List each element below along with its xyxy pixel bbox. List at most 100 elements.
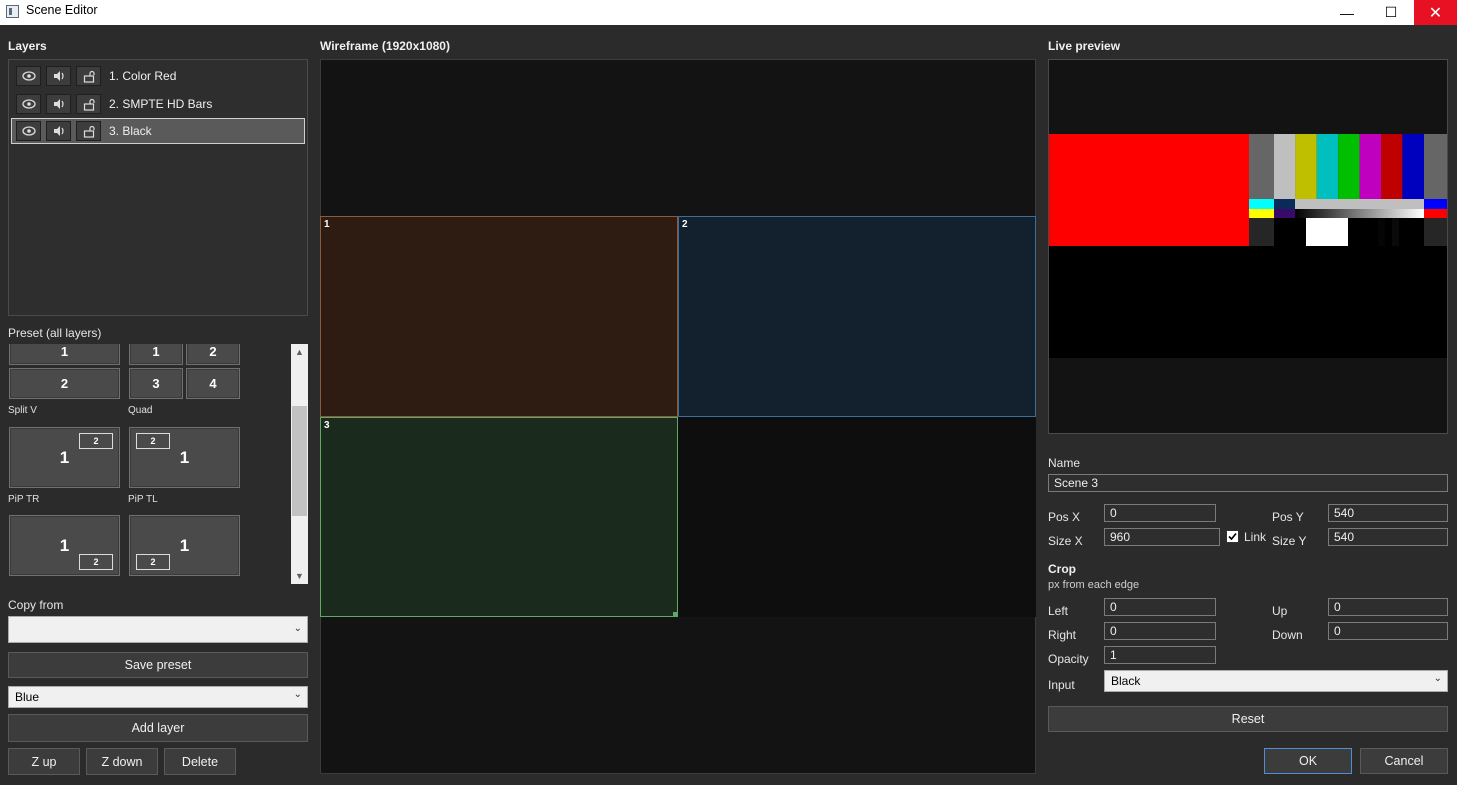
wireframe-region-2[interactable]: 2: [678, 216, 1036, 417]
window-title: Scene Editor: [26, 3, 98, 17]
preset-pip-tr[interactable]: 1 2: [9, 427, 120, 488]
visibility-eye-icon[interactable]: [16, 66, 41, 86]
pos-x-field[interactable]: 0: [1104, 504, 1216, 522]
color-dropdown[interactable]: Blue ⌄: [8, 686, 308, 708]
wireframe-region-1[interactable]: 1: [320, 216, 678, 417]
layer-row[interactable]: 2. SMPTE HD Bars: [11, 91, 305, 117]
z-up-button[interactable]: Z up: [8, 748, 80, 775]
link-label: Link: [1244, 530, 1267, 544]
crop-up-value: 0: [1334, 600, 1341, 614]
crop-down-field[interactable]: 0: [1328, 622, 1448, 640]
cancel-button[interactable]: Cancel: [1360, 748, 1448, 774]
scroll-down-arrow-icon[interactable]: ▼: [291, 569, 308, 583]
lock-open-icon[interactable]: [76, 94, 101, 114]
crop-down-label: Down: [1272, 628, 1303, 642]
color-value: Blue: [15, 690, 40, 704]
opacity-value: 1: [1110, 648, 1117, 662]
lock-open-icon[interactable]: [76, 66, 101, 86]
input-label: Input: [1048, 678, 1075, 692]
reset-button[interactable]: Reset: [1048, 706, 1448, 732]
lock-open-icon[interactable]: [76, 121, 101, 141]
copy-from-dropdown[interactable]: ⌄: [8, 616, 308, 643]
maximize-button[interactable]: ☐: [1368, 0, 1414, 25]
pos-x-value: 0: [1110, 506, 1117, 520]
preset-caption: Split V: [8, 405, 37, 416]
wireframe-heading: Wireframe (1920x1080): [320, 39, 450, 53]
preset-heading: Preset (all layers): [8, 326, 102, 340]
preset-quad-cell[interactable]: 1: [129, 344, 183, 365]
chevron-down-icon: ⌄: [1433, 673, 1442, 684]
resize-handle[interactable]: [673, 612, 678, 617]
name-label: Name: [1048, 456, 1081, 470]
checkmark-icon: [1228, 532, 1237, 541]
pos-y-field[interactable]: 540: [1328, 504, 1448, 522]
close-button[interactable]: ✕: [1414, 0, 1457, 25]
pos-y-value: 540: [1334, 506, 1355, 520]
crop-up-field[interactable]: 0: [1328, 598, 1448, 616]
layer-name: 1. Color Red: [109, 69, 177, 83]
preset-quad-cell[interactable]: 2: [186, 344, 240, 365]
crop-heading: Crop: [1048, 562, 1076, 576]
preset-caption: PiP TR: [8, 494, 40, 505]
preset-split-v-cell[interactable]: 1: [9, 344, 120, 365]
pos-y-label: Pos Y: [1272, 510, 1304, 524]
app-icon: [6, 5, 19, 18]
crop-left-label: Left: [1048, 604, 1069, 618]
preset-pip-br[interactable]: 1 2: [9, 515, 120, 576]
preview-image: [1049, 134, 1447, 358]
layers-list: 1. Color Red 2. SMPTE HD Bars 3. Black: [8, 59, 308, 316]
scrollbar-thumb[interactable]: [292, 406, 307, 516]
size-x-field[interactable]: 960: [1104, 528, 1220, 546]
crop-left-value: 0: [1110, 600, 1117, 614]
preset-pip-bl[interactable]: 1 2: [129, 515, 240, 576]
preset-pip-label: 2: [136, 433, 170, 449]
layer-name: 3. Black: [109, 124, 152, 138]
audio-speaker-icon[interactable]: [46, 121, 71, 141]
opacity-field[interactable]: 1: [1104, 646, 1216, 664]
layers-heading: Layers: [8, 39, 47, 53]
preset-pip-label: 2: [136, 554, 170, 570]
wireframe-region-3[interactable]: 3: [320, 417, 678, 617]
minimize-button[interactable]: —: [1324, 0, 1370, 25]
chevron-down-icon: ⌄: [293, 689, 302, 700]
copy-from-label: Copy from: [8, 598, 64, 612]
input-source-dropdown[interactable]: Black ⌄: [1104, 670, 1448, 692]
preset-scrollbar[interactable]: ▲ ▼: [291, 344, 308, 584]
save-preset-button[interactable]: Save preset: [8, 652, 308, 678]
preset-main-label: 1: [179, 535, 190, 555]
size-x-value: 960: [1110, 530, 1131, 544]
preview-heading: Live preview: [1048, 39, 1121, 53]
wireframe-canvas: 1 2 3: [320, 216, 1036, 617]
input-source-value: Black: [1111, 674, 1141, 688]
live-preview: [1048, 59, 1448, 434]
preset-gallery: 1 2 Split V 1 2 3 4 Quad 1 2 PiP TR 1 2 …: [8, 344, 308, 584]
size-y-field[interactable]: 540: [1328, 528, 1448, 546]
scroll-up-arrow-icon[interactable]: ▲: [291, 345, 308, 359]
size-x-label: Size X: [1048, 534, 1083, 548]
title-bar: Scene Editor — ☐ ✕: [0, 0, 1457, 25]
name-field[interactable]: Scene 3: [1048, 474, 1448, 492]
z-down-button[interactable]: Z down: [86, 748, 158, 775]
audio-speaker-icon[interactable]: [46, 94, 71, 114]
add-layer-button[interactable]: Add layer: [8, 714, 308, 742]
preset-main-label: 1: [59, 447, 70, 467]
visibility-eye-icon[interactable]: [16, 94, 41, 114]
crop-hint: px from each edge: [1048, 579, 1140, 591]
preset-quad-cell[interactable]: 4: [186, 368, 240, 399]
layer-row-selected[interactable]: 3. Black: [11, 118, 305, 144]
crop-right-field[interactable]: 0: [1104, 622, 1216, 640]
chevron-down-icon: ⌄: [293, 623, 302, 634]
visibility-eye-icon[interactable]: [16, 121, 41, 141]
crop-left-field[interactable]: 0: [1104, 598, 1216, 616]
preset-pip-tl[interactable]: 1 2: [129, 427, 240, 488]
name-value: Scene 3: [1054, 476, 1099, 490]
preset-main-label: 1: [59, 535, 70, 555]
ok-button[interactable]: OK: [1264, 748, 1352, 774]
link-checkbox[interactable]: [1226, 530, 1239, 543]
crop-right-value: 0: [1110, 624, 1117, 638]
audio-speaker-icon[interactable]: [46, 66, 71, 86]
delete-button[interactable]: Delete: [164, 748, 236, 775]
layer-row[interactable]: 1. Color Red: [11, 63, 305, 89]
preset-quad-cell[interactable]: 3: [129, 368, 183, 399]
preset-split-v-cell[interactable]: 2: [9, 368, 120, 399]
